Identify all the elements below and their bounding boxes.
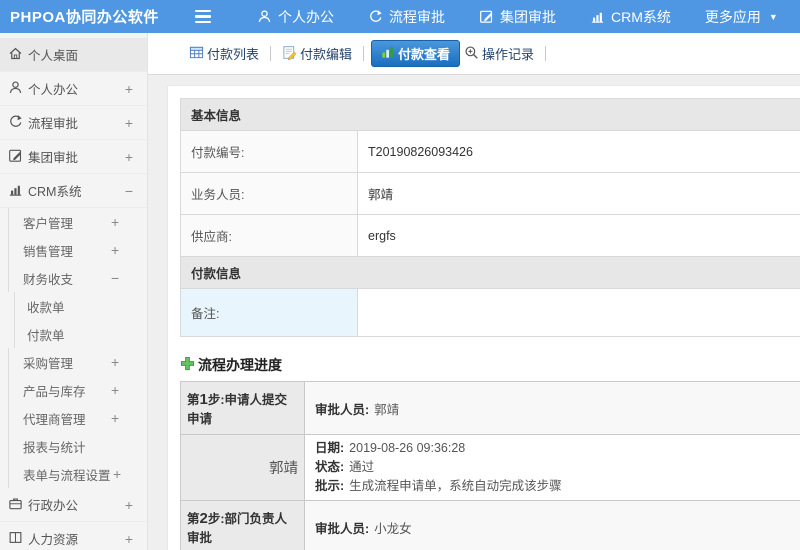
sidebar-item-human-resources[interactable]: 人力资源 +	[0, 522, 147, 550]
sidebar-item-purchase-management[interactable]: 采购管理 +	[9, 348, 147, 376]
field-value: ergfs	[357, 214, 800, 257]
field-label: 业务人员:	[180, 172, 358, 215]
tab-bar: 付款列表 付款编辑 付款查看 操作记录	[148, 33, 800, 75]
caret-down-icon: ▼	[768, 11, 778, 22]
process-steps-table: 第1步:申请人提交申请 审批人员: 郭靖 郭靖 日期: 2019-08-26 09:…	[180, 381, 800, 550]
tab-separator	[545, 46, 547, 61]
hamburger-icon[interactable]	[195, 7, 215, 27]
sidebar-item-finance[interactable]: 财务收支 −	[9, 264, 147, 292]
step-title: 第2步:部门负责人审批	[180, 500, 305, 550]
field-value: 郭靖	[357, 172, 800, 215]
top-nav: 个人办公 流程审批 集团审批 CRM系统 更多应用 ▼	[257, 7, 778, 27]
sidebar-item-agent-management[interactable]: 代理商管理 +	[9, 404, 147, 432]
edit-page-icon	[282, 45, 297, 63]
process-progress-heading: 流程办理进度	[180, 355, 800, 375]
user-icon	[257, 9, 272, 24]
book-icon	[8, 530, 23, 548]
chart-icon	[590, 9, 605, 24]
tab-operation-log[interactable]: 操作记录	[460, 41, 538, 66]
flow-icon	[8, 114, 23, 132]
approver-name: 郭靖	[180, 434, 305, 501]
field-label: 付款编号:	[180, 130, 358, 173]
step-approver: 审批人员: 小龙女	[304, 500, 800, 550]
table-icon	[189, 45, 204, 63]
sidebar-item-payment-form[interactable]: 付款单	[15, 320, 147, 348]
field-label: 供应商:	[180, 214, 358, 257]
topnav-item-crm[interactable]: CRM系统	[590, 7, 671, 27]
field-label: 备注:	[180, 288, 358, 337]
table-row: 供应商: ergfs	[180, 214, 800, 257]
field-value: T20190826093426	[357, 130, 800, 173]
sidebar-item-sales-management[interactable]: 销售管理 +	[9, 236, 147, 264]
edit-icon	[479, 9, 494, 24]
step-header-row: 第1步:申请人提交申请 审批人员: 郭靖	[180, 381, 800, 435]
payment-info-table: 基本信息 付款编号: T20190826093426 业务人员: 郭靖 供应商:…	[180, 98, 800, 337]
edit-icon	[8, 148, 23, 166]
sidebar-item-customer-management[interactable]: 客户管理 +	[9, 208, 147, 236]
flow-icon	[368, 9, 383, 24]
step-title: 第1步:申请人提交申请	[180, 381, 305, 435]
section-header-basic-info: 基本信息	[180, 98, 800, 131]
user-icon	[8, 80, 23, 98]
sidebar: 个人桌面 个人办公 + 流程审批 + 集团审批 + CRM系统 − 客户管理 +	[0, 33, 148, 550]
field-value	[357, 288, 800, 337]
tab-separator	[270, 46, 272, 61]
topnav-item-workflow-approval[interactable]: 流程审批	[368, 7, 445, 27]
step-detail-row: 郭靖 日期: 2019-08-26 09:36:28 状态: 通过 批示: 生成流程申…	[180, 434, 800, 501]
sidebar-item-products-inventory[interactable]: 产品与库存 +	[9, 376, 147, 404]
sidebar-item-administration[interactable]: 行政办公 +	[0, 488, 147, 522]
table-row: 业务人员: 郭靖	[180, 172, 800, 215]
tab-payment-edit[interactable]: 付款编辑	[278, 41, 356, 66]
payment-view-panel: 基本信息 付款编号: T20190826093426 业务人员: 郭靖 供应商:…	[167, 85, 800, 550]
sidebar-item-form-workflow-settings[interactable]: 表单与流程设置 +	[9, 460, 147, 488]
table-row: 备注:	[180, 288, 800, 337]
step-approver: 审批人员: 郭靖	[304, 381, 800, 435]
table-row: 付款编号: T20190826093426	[180, 130, 800, 173]
sidebar-item-personal-desktop[interactable]: 个人桌面	[0, 38, 147, 72]
content-area: 付款列表 付款编辑 付款查看 操作记录 基本信息 付款编号: T20190826…	[148, 33, 800, 550]
zoom-in-icon	[464, 45, 479, 63]
sidebar-item-personal-office[interactable]: 个人办公 +	[0, 72, 147, 106]
topnav-item-personal-office[interactable]: 个人办公	[257, 7, 334, 27]
home-icon	[8, 46, 23, 64]
sidebar-item-workflow-approval[interactable]: 流程审批 +	[0, 106, 147, 140]
sidebar-item-receipt-form[interactable]: 收款单	[15, 292, 147, 320]
process-progress-title: 流程办理进度	[198, 357, 282, 373]
main-region: 基本信息 付款编号: T20190826093426 业务人员: 郭靖 供应商:…	[148, 75, 800, 550]
section-title: 付款信息	[180, 256, 800, 289]
step-details: 日期: 2019-08-26 09:36:28 状态: 通过 批示: 生成流程申请单，…	[304, 434, 800, 501]
tab-separator	[363, 46, 365, 61]
chart-icon	[8, 182, 23, 200]
sidebar-item-reports-statistics[interactable]: 报表与统计	[9, 432, 147, 460]
top-bar: PHPOA协同办公软件 个人办公 流程审批 集团审批 CRM系统 更多应用 ▼	[0, 0, 800, 33]
tab-payment-list[interactable]: 付款列表	[185, 41, 263, 66]
section-header-payment-info: 付款信息	[180, 256, 800, 289]
step-header-row: 第2步:部门负责人审批 审批人员: 小龙女	[180, 500, 800, 550]
briefcase-icon	[8, 496, 23, 514]
sidebar-item-crm[interactable]: CRM系统 −	[0, 174, 147, 208]
section-title: 基本信息	[180, 98, 800, 131]
app-title: PHPOA协同办公软件	[10, 9, 159, 26]
tab-payment-view[interactable]: 付款查看	[371, 40, 461, 67]
topnav-item-more-apps[interactable]: 更多应用 ▼	[705, 7, 778, 27]
topnav-item-group-approval[interactable]: 集团审批	[479, 7, 556, 27]
add-plus-icon	[180, 356, 195, 374]
sidebar-item-group-approval[interactable]: 集团审批 +	[0, 140, 147, 174]
view-chart-icon	[381, 45, 395, 62]
